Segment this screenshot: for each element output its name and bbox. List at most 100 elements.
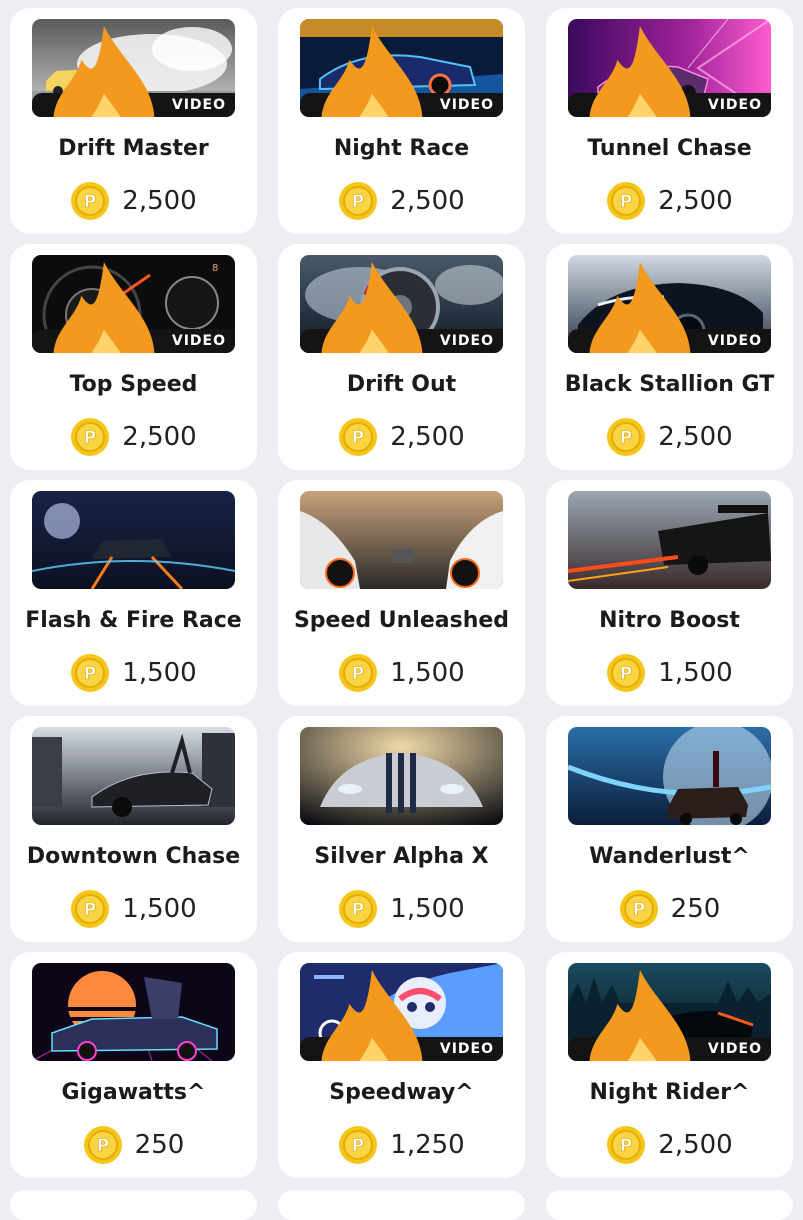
item-card[interactable]: Downtown Chase P 1,500 xyxy=(10,716,257,942)
flame-icon xyxy=(578,970,702,1061)
coin-icon: P xyxy=(338,653,378,693)
item-price: P 2,500 xyxy=(278,417,525,457)
item-price: P 1,500 xyxy=(278,889,525,929)
item-thumbnail xyxy=(300,491,503,589)
item-card[interactable]: Nitro Boost P 1,500 xyxy=(546,480,793,706)
item-thumbnail: VIDEO xyxy=(300,963,503,1061)
price-value: 2,500 xyxy=(122,186,197,216)
item-title: Night Race xyxy=(333,136,470,161)
partial-card[interactable] xyxy=(546,1190,793,1220)
svg-text:P: P xyxy=(620,428,632,448)
coin-icon: P xyxy=(70,181,110,221)
item-card[interactable]: VIDEO Black Stallion GT P 2,500 xyxy=(546,244,793,470)
coin-icon: P xyxy=(619,889,659,929)
item-title: Black Stallion GT xyxy=(564,372,775,397)
item-card[interactable]: VIDEO Tunnel Chase P 2,500 xyxy=(546,8,793,234)
video-badge: VIDEO xyxy=(568,970,771,1061)
item-thumbnail: VIDEO xyxy=(568,19,771,117)
flame-icon xyxy=(310,26,434,117)
item-title: Top Speed xyxy=(69,372,198,397)
item-card[interactable]: Flash & Fire Race P 1,500 xyxy=(10,480,257,706)
thumbnail-art xyxy=(32,727,235,825)
thumbnail-art xyxy=(32,491,235,589)
thumbnail-art xyxy=(300,727,503,825)
video-badge: VIDEO xyxy=(300,262,503,353)
coin-icon: P xyxy=(338,889,378,929)
item-thumbnail xyxy=(32,491,235,589)
svg-text:P: P xyxy=(352,192,364,212)
item-card[interactable]: VIDEO Night Rider^ P 2,500 xyxy=(546,952,793,1178)
item-title: Downtown Chase xyxy=(26,844,241,869)
flame-icon xyxy=(310,262,434,353)
video-badge: VIDEO xyxy=(568,262,771,353)
price-value: 1,500 xyxy=(390,894,465,924)
flame-icon xyxy=(42,26,166,117)
item-card[interactable]: VIDEO Drift Out P 2,500 xyxy=(278,244,525,470)
video-badge: VIDEO xyxy=(32,26,235,117)
video-badge-label: VIDEO xyxy=(171,333,226,349)
item-price: P 2,500 xyxy=(278,181,525,221)
partial-card[interactable] xyxy=(10,1190,257,1220)
item-card[interactable]: Wanderlust^ P 250 xyxy=(546,716,793,942)
svg-text:P: P xyxy=(620,192,632,212)
item-thumbnail xyxy=(300,727,503,825)
item-thumbnail: VIDEO xyxy=(300,255,503,353)
item-title: Tunnel Chase xyxy=(587,136,752,161)
item-title: Wanderlust^ xyxy=(589,844,750,869)
item-card[interactable]: VIDEO Night Race P 2,500 xyxy=(278,8,525,234)
item-price: P 250 xyxy=(10,1125,257,1165)
partial-card[interactable] xyxy=(278,1190,525,1220)
coin-icon: P xyxy=(83,1125,123,1165)
video-badge-label: VIDEO xyxy=(707,333,762,349)
svg-text:P: P xyxy=(84,428,96,448)
item-title: Drift Master xyxy=(58,136,209,161)
item-card[interactable]: Gigawatts^ P 250 xyxy=(10,952,257,1178)
item-card[interactable]: 8 VIDEO Top Speed P 2,500 xyxy=(10,244,257,470)
item-title: Gigawatts^ xyxy=(61,1080,206,1105)
item-price: P 1,500 xyxy=(10,653,257,693)
item-thumbnail: 8 VIDEO xyxy=(32,255,235,353)
item-price: P 1,250 xyxy=(278,1125,525,1165)
coin-icon: P xyxy=(338,417,378,457)
svg-text:P: P xyxy=(84,192,96,212)
video-badge-label: VIDEO xyxy=(439,97,494,113)
item-title: Nitro Boost xyxy=(599,608,740,633)
item-thumbnail: VIDEO xyxy=(568,255,771,353)
item-price: P 1,500 xyxy=(10,889,257,929)
item-card[interactable]: VIDEO Speedway^ P 1,250 xyxy=(278,952,525,1178)
video-badge: VIDEO xyxy=(32,262,235,353)
item-card[interactable]: VIDEO Drift Master P 2,500 xyxy=(10,8,257,234)
item-title: Drift Out xyxy=(346,372,457,397)
svg-text:P: P xyxy=(620,664,632,684)
item-thumbnail: VIDEO xyxy=(568,963,771,1061)
price-value: 1,500 xyxy=(390,658,465,688)
video-badge: VIDEO xyxy=(568,26,771,117)
item-price: P 2,500 xyxy=(10,417,257,457)
item-title: Silver Alpha X xyxy=(314,844,489,869)
price-value: 2,500 xyxy=(658,422,733,452)
video-badge-label: VIDEO xyxy=(439,333,494,349)
svg-text:P: P xyxy=(84,664,96,684)
item-title: Night Rider^ xyxy=(589,1080,750,1105)
price-value: 2,500 xyxy=(658,1130,733,1160)
price-value: 2,500 xyxy=(390,186,465,216)
item-thumbnail xyxy=(568,491,771,589)
svg-text:P: P xyxy=(352,1136,364,1156)
price-value: 250 xyxy=(134,1130,185,1160)
video-badge-label: VIDEO xyxy=(171,97,226,113)
price-value: 2,500 xyxy=(122,422,197,452)
item-price: P 2,500 xyxy=(10,181,257,221)
video-badge-label: VIDEO xyxy=(439,1041,494,1057)
video-badge: VIDEO xyxy=(300,970,503,1061)
item-thumbnail: VIDEO xyxy=(32,19,235,117)
item-card[interactable]: Silver Alpha X P 1,500 xyxy=(278,716,525,942)
coin-icon: P xyxy=(338,1125,378,1165)
flame-icon xyxy=(310,970,434,1061)
coin-icon: P xyxy=(70,653,110,693)
flame-icon xyxy=(578,262,702,353)
item-card[interactable]: Speed Unleashed P 1,500 xyxy=(278,480,525,706)
item-price: P 1,500 xyxy=(278,653,525,693)
price-value: 1,500 xyxy=(658,658,733,688)
thumbnail-art xyxy=(300,491,503,589)
coin-icon: P xyxy=(606,417,646,457)
